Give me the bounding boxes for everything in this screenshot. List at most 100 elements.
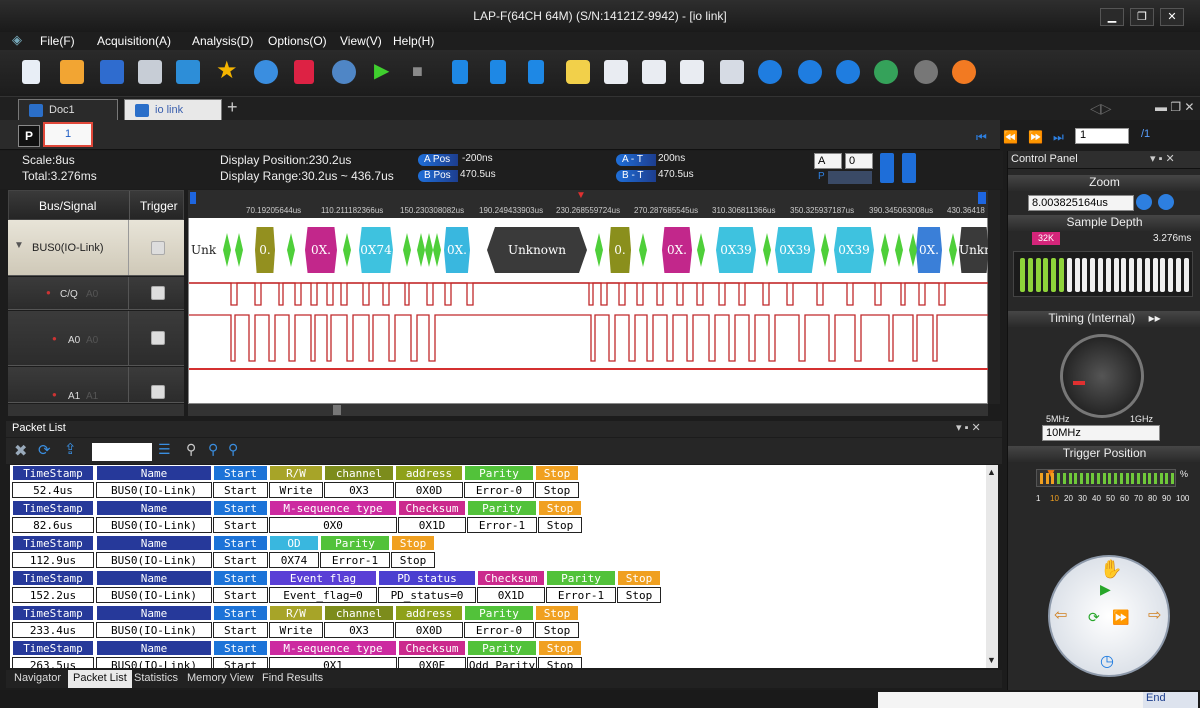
find-prev-icon[interactable]: ⚲ (228, 441, 238, 458)
waveform-v-scrollbar[interactable] (988, 190, 1000, 404)
zoom-in-icon[interactable] (1136, 194, 1152, 210)
sample-rate-select[interactable]: 10MHz (1042, 425, 1160, 441)
decode-segment[interactable]: 0X. (662, 227, 692, 273)
open-folder-icon[interactable] (60, 60, 84, 84)
run-play-icon[interactable]: ▶ (374, 60, 398, 84)
menu-file[interactable]: File(F) (40, 34, 75, 48)
tab-find-results[interactable]: Find Results (262, 672, 323, 684)
marker-select[interactable]: A (814, 153, 842, 169)
p-field[interactable] (828, 171, 872, 184)
tab-packet-list[interactable]: Packet List (68, 670, 132, 688)
zoom-out-icon[interactable] (798, 60, 822, 84)
collapse-icon[interactable]: ▼ (14, 240, 24, 251)
signal-row-a0[interactable]: ● A0 A0 (8, 311, 184, 366)
tab-statistics[interactable]: Statistics (134, 672, 178, 684)
print-icon[interactable] (138, 60, 162, 84)
find-icon[interactable]: ⚲ (186, 441, 196, 458)
waveform-h-scrollbar[interactable] (188, 404, 988, 416)
tab-memory-view[interactable]: Memory View (187, 672, 253, 684)
decode-segment[interactable]: 0X39 (775, 227, 815, 273)
next-page-icon[interactable]: ⏩ (1028, 130, 1043, 144)
packet-list-grid[interactable]: TimeStamp 52.4us Name BUS0(IO-Link) Start Sta… (10, 465, 986, 668)
decode-segment[interactable]: 0. (255, 227, 275, 273)
save-icon[interactable] (100, 60, 124, 84)
menu-analysis[interactable]: Analysis(D) (192, 34, 253, 48)
marker-index-select[interactable]: 0 (845, 153, 873, 169)
decode-segment[interactable]: 0X74 (359, 227, 393, 273)
flashlight-icon[interactable] (566, 60, 590, 84)
export-icon[interactable] (642, 60, 666, 84)
tab-io-link[interactable]: io link (124, 99, 222, 121)
marker-a-icon[interactable] (452, 60, 468, 84)
last-page-icon[interactable]: ⏭ (1053, 130, 1064, 145)
page-number-input[interactable]: 1 (1075, 128, 1129, 144)
tab-navigator[interactable]: Navigator (14, 672, 61, 684)
signal-row-cq[interactable]: ● C/Q A0 (8, 277, 184, 310)
cursor-b-icon[interactable] (902, 153, 916, 183)
trigger-edge-icon[interactable] (151, 286, 165, 300)
menu-options[interactable]: Options(O) (268, 34, 327, 48)
prev-tab-icon[interactable]: ◁▷ (1090, 100, 1112, 117)
trigger-position-slider[interactable]: ▼ (1036, 466, 1176, 487)
import-icon[interactable] (680, 60, 704, 84)
tab-doc1[interactable]: Doc1 (18, 99, 118, 121)
menu-help[interactable]: Help(H) (393, 34, 434, 48)
sample-depth-slider[interactable] (1013, 251, 1193, 297)
favorite-star-icon[interactable]: ★ (216, 59, 240, 84)
decode-segment[interactable]: 0X. (305, 227, 337, 273)
pan-right-icon[interactable]: ⇨ (1148, 605, 1161, 625)
marker-t-icon[interactable] (528, 60, 544, 84)
scroll-up-icon[interactable]: ▲ (987, 467, 996, 477)
decode-segment[interactable]: Unknown (487, 227, 587, 273)
settings-gear-icon[interactable] (332, 60, 356, 84)
timing-knob[interactable] (1060, 334, 1144, 418)
restore-icon[interactable]: ▬ ❐ ✕ (1155, 100, 1194, 114)
trigger-disabled-icon[interactable] (151, 385, 165, 399)
fast-forward-icon[interactable]: ⏩ (1112, 609, 1129, 626)
zoom-select[interactable]: 8.003825164us (1028, 195, 1134, 211)
save-as-icon[interactable] (176, 60, 200, 84)
stop-icon[interactable]: ■ (412, 60, 436, 84)
zoom-fit-icon[interactable] (874, 60, 898, 84)
zoom-position-icon[interactable] (836, 60, 860, 84)
cursor-a-icon[interactable] (880, 153, 894, 183)
pane-controls-icon[interactable]: ▾ ▪ ✕ (956, 421, 981, 434)
device-icon[interactable] (254, 60, 278, 84)
play-icon[interactable]: ▶ (1100, 581, 1111, 598)
tools-icon[interactable]: ✖ (14, 441, 27, 461)
hand-pan-icon[interactable]: ✋ (1100, 559, 1122, 580)
trigger-edge-icon[interactable] (151, 331, 165, 345)
trigger-disabled-icon[interactable] (151, 241, 165, 255)
zoom-in-icon[interactable] (758, 60, 782, 84)
document-icon[interactable] (604, 60, 628, 84)
expand-icon[interactable]: ▸▸ (1149, 311, 1161, 325)
marker-b-icon[interactable] (490, 60, 506, 84)
zoom-out-icon[interactable] (1158, 194, 1174, 210)
clock-icon[interactable]: ◷ (1100, 651, 1114, 671)
marker-b-flag[interactable] (978, 192, 986, 204)
waveform-view[interactable]: Unk. 0. 0X. 0X74 0X. Unknown 0. 0X. 0X39 0X39 0X39… (188, 190, 989, 404)
find-next-icon[interactable]: ⚲ (208, 441, 218, 458)
search-input[interactable] (92, 443, 152, 461)
close-button[interactable]: ✕ (1160, 8, 1184, 26)
binary-icon[interactable] (720, 60, 744, 84)
export-icon[interactable]: ⇪ (64, 440, 77, 458)
page-tab-1[interactable]: 1 (43, 122, 93, 147)
first-page-icon[interactable]: ⏮ (976, 130, 987, 145)
decode-segment[interactable]: 0X. (444, 227, 470, 273)
add-tab-icon[interactable]: + (227, 97, 238, 118)
page-p-button[interactable]: P (18, 125, 40, 147)
decode-segment[interactable]: Unk. (191, 227, 217, 273)
signal-row-a1[interactable]: ● A1 A1 (8, 367, 184, 403)
marker-a-flag[interactable] (190, 192, 196, 204)
scroll-thumb[interactable] (333, 405, 341, 415)
signal-scrollbar[interactable] (8, 404, 184, 416)
refresh-icon[interactable]: ⟳ (1088, 609, 1100, 626)
decode-segment[interactable]: 0X. (916, 227, 942, 273)
maximize-button[interactable]: ❐ (1130, 8, 1154, 26)
signal-row-bus0[interactable]: ▼ BUS0(IO-Link) (8, 220, 184, 276)
menu-view[interactable]: View(V) (340, 34, 382, 48)
decode-segment[interactable]: 0X39 (716, 227, 756, 273)
tools-icon[interactable] (294, 60, 314, 84)
probe-icon[interactable] (914, 60, 938, 84)
